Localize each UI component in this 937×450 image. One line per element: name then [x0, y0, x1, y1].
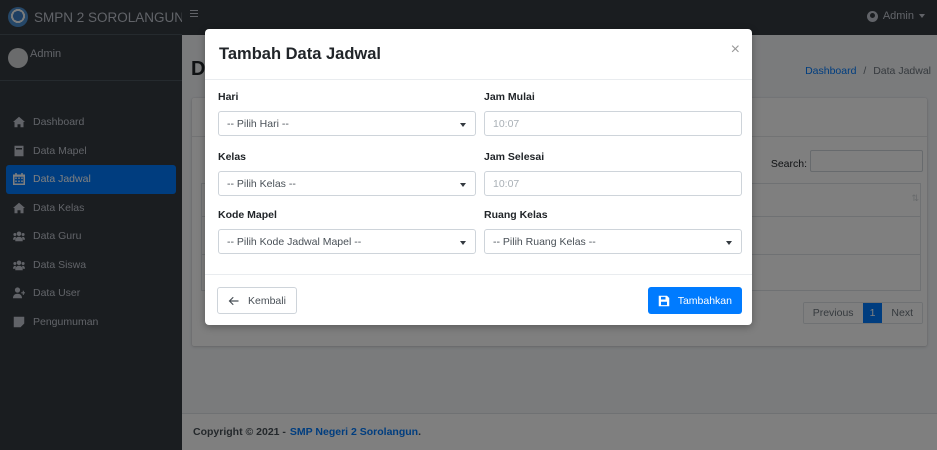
kode-mapel-label: Kode Mapel: [218, 209, 277, 221]
ruang-kelas-label: Ruang Kelas: [484, 209, 548, 221]
back-button-label: Kembali: [248, 294, 286, 307]
hari-label: Hari: [218, 91, 239, 103]
add-schedule-modal: Tambah Data Jadwal × Hari -- Pilih Hari …: [205, 29, 752, 325]
kelas-select-value: -- Pilih Kelas --: [227, 177, 296, 190]
back-button[interactable]: Kembali: [217, 287, 297, 314]
kelas-label: Kelas: [218, 151, 247, 163]
jam-mulai-label: Jam Mulai: [484, 91, 535, 103]
submit-button-label: Tambahkan: [677, 294, 732, 307]
hari-field: Hari -- Pilih Hari --: [218, 91, 476, 136]
modal-body: Hari -- Pilih Hari -- Jam Mulai 10:07 Ke…: [205, 80, 752, 274]
kelas-select[interactable]: -- Pilih Kelas --: [218, 171, 476, 196]
jam-selesai-label: Jam Selesai: [484, 151, 545, 163]
ruang-kelas-select[interactable]: -- Pilih Ruang Kelas --: [484, 229, 742, 254]
modal-title: Tambah Data Jadwal: [219, 45, 381, 63]
submit-button[interactable]: Tambahkan: [647, 287, 742, 314]
kelas-field: Kelas -- Pilih Kelas --: [218, 151, 476, 196]
jam-selesai-field: Jam Selesai 10:07: [484, 151, 742, 196]
kode-mapel-select[interactable]: -- Pilih Kode Jadwal Mapel --: [218, 229, 476, 254]
close-icon[interactable]: ×: [731, 42, 740, 58]
jam-selesai-value: 10:07: [493, 177, 520, 190]
modal-footer: Kembali Tambahkan: [205, 274, 752, 325]
jam-mulai-value: 10:07: [493, 117, 520, 130]
arrow-left-icon: [228, 295, 240, 307]
kode-mapel-field: Kode Mapel -- Pilih Kode Jadwal Mapel --: [218, 209, 476, 254]
chevron-down-icon: [460, 241, 466, 245]
chevron-down-icon: [460, 183, 466, 187]
jam-mulai-field: Jam Mulai 10:07: [484, 91, 742, 136]
ruang-kelas-select-value: -- Pilih Ruang Kelas --: [493, 235, 596, 248]
ruang-kelas-field: Ruang Kelas -- Pilih Ruang Kelas --: [484, 209, 742, 254]
chevron-down-icon: [460, 123, 466, 127]
save-icon: [658, 295, 670, 307]
hari-select[interactable]: -- Pilih Hari --: [218, 111, 476, 136]
modal-header: Tambah Data Jadwal ×: [205, 29, 752, 80]
kode-mapel-select-value: -- Pilih Kode Jadwal Mapel --: [227, 235, 362, 248]
jam-selesai-input[interactable]: 10:07: [484, 171, 742, 196]
jam-mulai-input[interactable]: 10:07: [484, 111, 742, 136]
hari-select-value: -- Pilih Hari --: [227, 117, 289, 130]
chevron-down-icon: [726, 241, 732, 245]
